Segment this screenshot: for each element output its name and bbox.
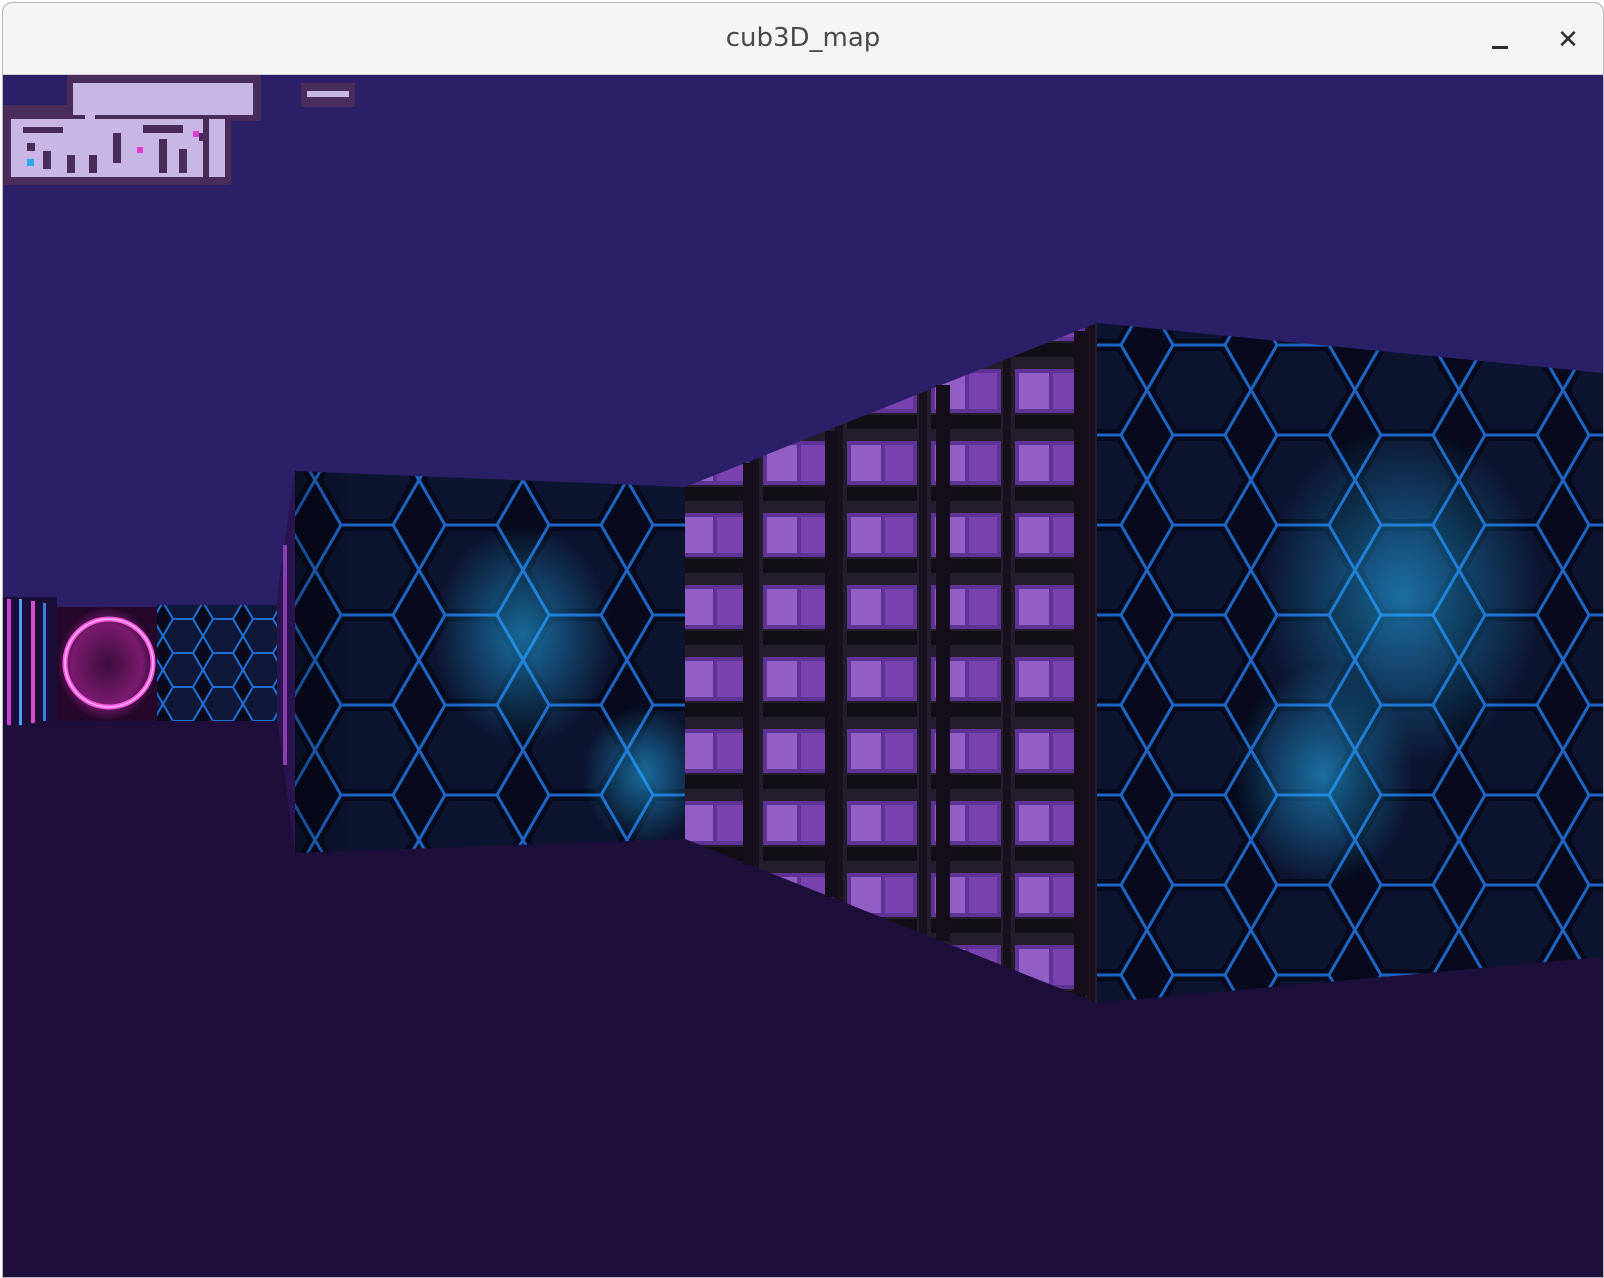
hexagon-wall-middle — [295, 471, 685, 853]
minimap-door-marker — [137, 147, 143, 153]
close-button[interactable]: ✕ — [1551, 23, 1585, 57]
game-window: cub3D_map ✕ — [2, 2, 1604, 1278]
far-wall-left — [3, 597, 57, 727]
small-hexagon-wall — [157, 605, 277, 721]
title-bar[interactable]: cub3D_map ✕ — [3, 3, 1603, 75]
minimap-player-marker — [27, 159, 34, 166]
window-title: cub3D_map — [725, 23, 881, 53]
neon-ring-wall — [57, 607, 157, 721]
minimize-button[interactable] — [1483, 23, 1517, 57]
raycast-scene — [3, 75, 1603, 1277]
minimap-door-marker — [193, 131, 199, 137]
hexagon-wall-right — [1097, 323, 1603, 1003]
game-viewport[interactable] — [3, 75, 1603, 1277]
close-icon: ✕ — [1557, 25, 1579, 55]
minimize-icon — [1492, 45, 1508, 49]
